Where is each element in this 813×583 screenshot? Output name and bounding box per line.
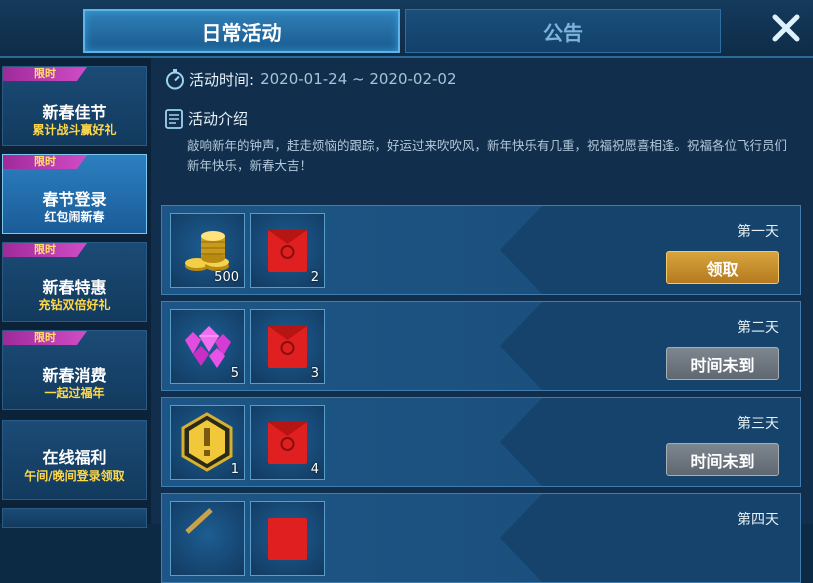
sidebar-item-subtitle: 累计战斗赢好礼 — [32, 123, 117, 137]
reward-count: 3 — [310, 366, 319, 381]
red-envelope-icon — [268, 518, 307, 560]
sidebar-item-new-year-spending[interactable]: 限时 新春消费 一起过福年 — [2, 330, 147, 410]
reward-count: 2 — [310, 270, 319, 285]
reward-count: 4 — [310, 462, 319, 477]
reward-item[interactable]: 5 — [170, 309, 245, 384]
sidebar-item-subtitle: 充钻双倍好礼 — [38, 298, 111, 312]
day-label: 第二天 — [737, 320, 779, 336]
document-icon — [165, 108, 183, 129]
activity-intro-header: 活动介绍 — [164, 108, 248, 129]
sidebar-item-subtitle: 午间/晚间登录领取 — [24, 469, 125, 483]
reward-item[interactable]: 2 — [250, 213, 325, 288]
sidebar-item-new-year-deals[interactable]: 限时 新春特惠 充钻双倍好礼 — [2, 242, 147, 322]
sidebar-item-subtitle: 红包闹新春 — [44, 210, 105, 224]
sidebar-item-title: 新春消费 — [42, 366, 107, 385]
sidebar-item-new-year-login[interactable]: 限时 春节登录 红包闹新春 — [2, 154, 147, 234]
sidebar: 限时 新春佳节 累计战斗赢好礼 限时 春节登录 红包闹新春 限时 新春特惠 充钻… — [0, 58, 151, 528]
reward-row-day-3: 1 4 第三天 时间未到 — [161, 397, 801, 487]
sidebar-item-title: 新春佳节 — [42, 103, 107, 122]
sidebar-item-subtitle: 一起过福年 — [44, 386, 105, 400]
activity-info: 活动时间: 2020-01-24 ~ 2020-02-02 活动介绍 敲响新年的… — [160, 58, 813, 195]
not-yet-button[interactable]: 时间未到 — [666, 443, 779, 476]
tab-daily-activities[interactable]: 日常活动 — [83, 9, 400, 53]
limited-badge: 限时 — [3, 243, 87, 257]
tab-announcement[interactable]: 公告 — [405, 9, 721, 53]
reward-item[interactable] — [170, 501, 245, 576]
close-button[interactable] — [766, 8, 806, 48]
not-yet-button[interactable]: 时间未到 — [666, 347, 779, 380]
activity-intro-text: 敲响新年的钟声，赶走烦恼的跟踪，好运过来吹吹风，新年快乐有几重，祝福祝愿喜相逢。… — [187, 138, 788, 173]
sidebar-item-title: 新春特惠 — [42, 278, 107, 297]
activity-time: 活动时间: 2020-01-24 ~ 2020-02-02 — [164, 68, 457, 90]
reward-row-day-1: 500 2 第一天 领取 — [161, 205, 801, 295]
sidebar-item-more[interactable] — [2, 508, 147, 528]
day-label: 第一天 — [737, 224, 779, 240]
limited-badge: 限时 — [3, 331, 87, 345]
claim-button[interactable]: 领取 — [666, 251, 779, 284]
top-tab-bar: 日常活动 公告 — [0, 0, 813, 58]
sidebar-item-title: 在线福利 — [42, 448, 107, 467]
sidebar-item-title: 春节登录 — [42, 190, 107, 209]
reward-item[interactable]: 1 — [170, 405, 245, 480]
reward-count: 5 — [230, 366, 239, 381]
reward-item[interactable]: 3 — [250, 309, 325, 384]
sword-icon — [185, 508, 213, 534]
reward-row-day-2: 5 3 第二天 时间未到 — [161, 301, 801, 391]
reward-item[interactable]: 500 — [170, 213, 245, 288]
activity-time-label: 活动时间: — [189, 70, 255, 89]
stopwatch-icon — [166, 69, 184, 90]
limited-badge: 限时 — [3, 155, 87, 169]
close-icon — [772, 14, 800, 42]
limited-badge: 限时 — [3, 67, 87, 81]
reward-count: 1 — [230, 462, 239, 477]
reward-row-day-4: 第四天 — [161, 493, 801, 583]
activity-time-value: 2020-01-24 ~ 2020-02-02 — [260, 70, 457, 88]
day-label: 第三天 — [737, 416, 779, 432]
day-label: 第四天 — [737, 512, 779, 528]
sidebar-item-online-welfare[interactable]: 在线福利 午间/晚间登录领取 — [2, 420, 147, 500]
reward-count: 500 — [214, 270, 239, 285]
sidebar-item-spring-festival[interactable]: 限时 新春佳节 累计战斗赢好礼 — [2, 66, 147, 146]
reward-item[interactable] — [250, 501, 325, 576]
activity-panel: 活动时间: 2020-01-24 ~ 2020-02-02 活动介绍 敲响新年的… — [151, 58, 813, 583]
reward-item[interactable]: 4 — [250, 405, 325, 480]
activity-intro-label: 活动介绍 — [188, 110, 249, 128]
